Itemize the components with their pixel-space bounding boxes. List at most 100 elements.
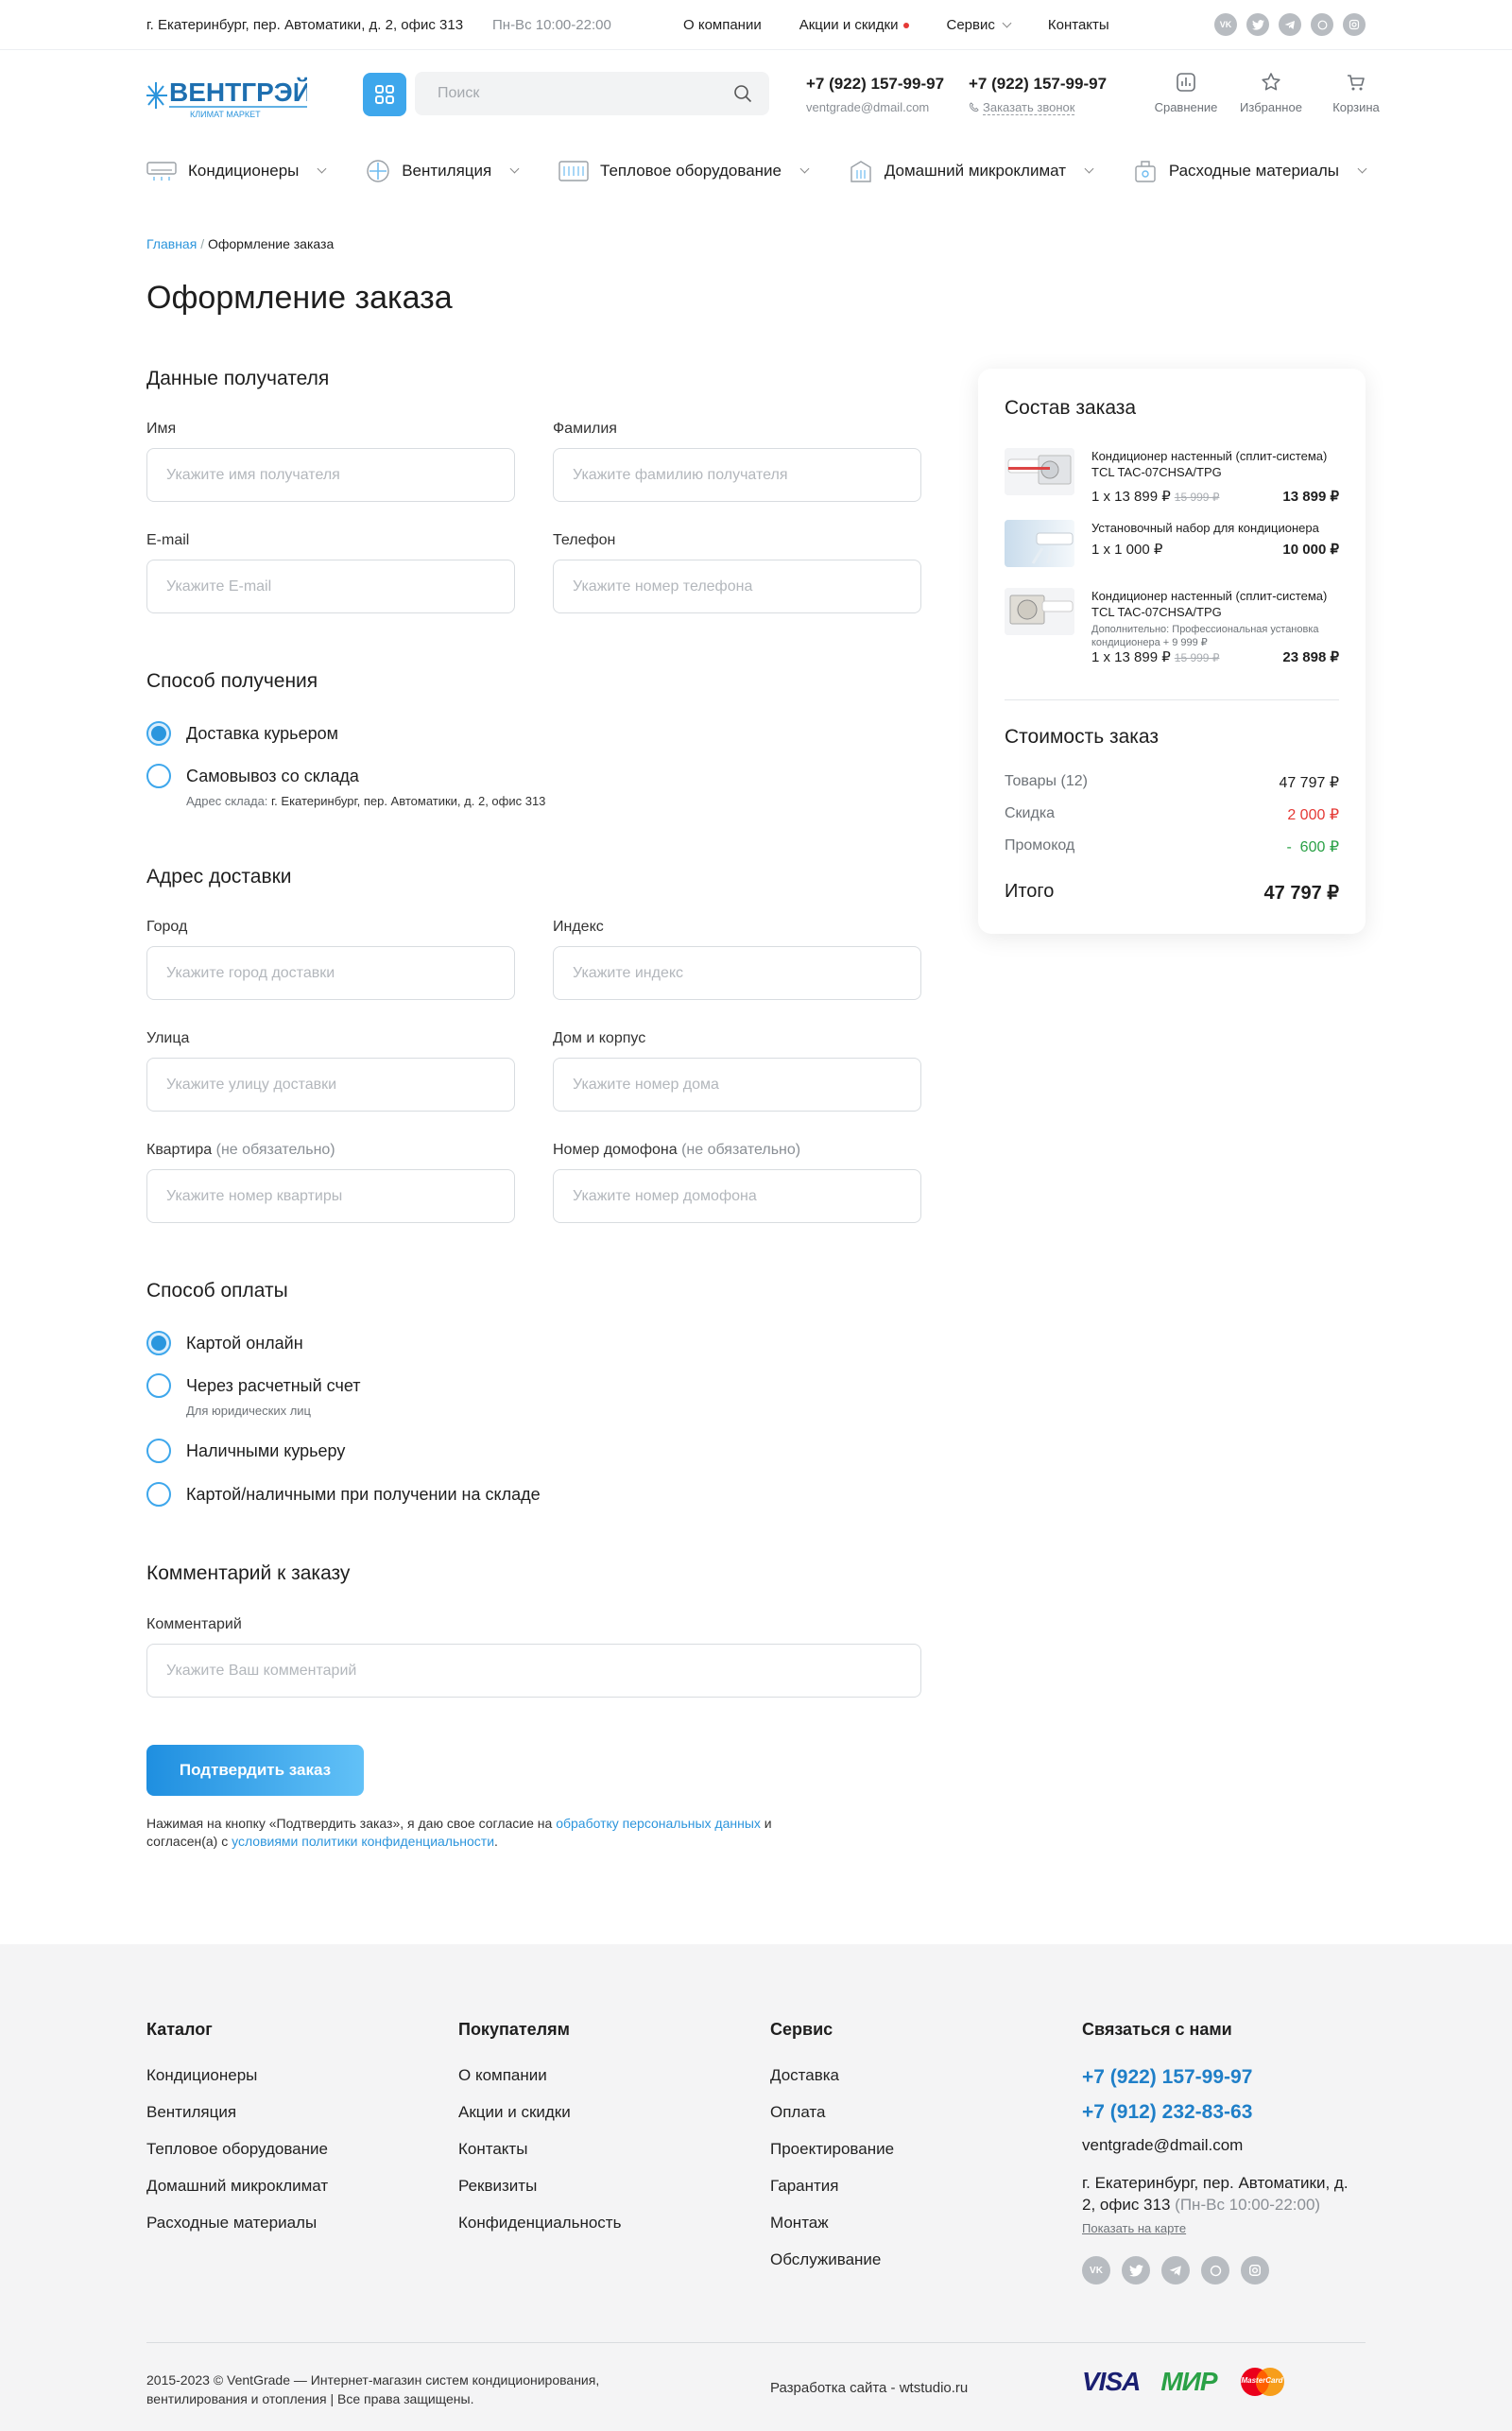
callback-link[interactable]: Заказать звонок <box>969 100 1075 115</box>
category-ventilation[interactable]: Вентиляция <box>366 159 520 183</box>
category-heating[interactable]: Тепловое оборудование <box>558 159 810 183</box>
radio-checked[interactable] <box>146 1331 171 1355</box>
personal-data-link[interactable]: обработку персональных данных <box>556 1816 761 1831</box>
show-on-map-link[interactable]: Показать на карте <box>1082 2221 1366 2235</box>
order-item: Кондиционер настенный (сплит-система) TC… <box>1005 448 1339 505</box>
order-item-name[interactable]: Кондиционер настенный (сплит-система) TC… <box>1091 448 1339 480</box>
order-item-name[interactable]: Установочный набор для кондиционера <box>1091 520 1339 536</box>
radio-unchecked[interactable] <box>146 1482 171 1507</box>
developer-link[interactable]: Разработка сайта - wtstudio.ru <box>770 2380 968 2396</box>
product-image[interactable] <box>1005 588 1074 635</box>
privacy-policy-link[interactable]: условиями политики конфиденциальности <box>232 1834 494 1849</box>
footer-link[interactable]: Доставка <box>770 2066 894 2085</box>
discount-row: Скидка 2 000 ₽ <box>1005 805 1339 824</box>
footer-phone-2[interactable]: +7 (912) 232-83-63 <box>1082 2101 1366 2124</box>
product-image[interactable] <box>1005 448 1074 495</box>
product-image[interactable] <box>1005 520 1074 567</box>
telegram-icon[interactable] <box>1161 2256 1190 2284</box>
footer-link[interactable]: Тепловое оборудование <box>146 2140 328 2159</box>
name-input[interactable] <box>146 448 515 502</box>
top-nav-promotions-label: Акции и скидки <box>799 17 899 33</box>
radio-unchecked[interactable] <box>146 764 171 788</box>
radio-unchecked[interactable] <box>146 1373 171 1398</box>
footer-phone-1[interactable]: +7 (922) 157-99-97 <box>1082 2066 1366 2089</box>
search-input[interactable] <box>415 72 769 115</box>
footer-link[interactable]: Проектирование <box>770 2140 894 2159</box>
radio-pay-on-pickup[interactable]: Картой/наличными при получении на складе <box>146 1482 541 1507</box>
footer-link[interactable]: Монтаж <box>770 2214 894 2233</box>
pickup-hint-label: Адрес склада: <box>186 794 268 808</box>
footer-address: г. Екатеринбург, пер. Автоматики, д. 2, … <box>1082 2172 1366 2215</box>
radio-checked[interactable] <box>146 721 171 746</box>
instagram-icon[interactable] <box>1343 13 1366 36</box>
surname-input[interactable] <box>553 448 921 502</box>
compare-button[interactable]: Сравнение <box>1143 72 1228 114</box>
goods-value: 47 797 ₽ <box>1279 775 1339 791</box>
footer-email[interactable]: ventgrade@dmail.com <box>1082 2136 1366 2155</box>
footer-link[interactable]: Контакты <box>458 2140 621 2159</box>
top-nav-promotions[interactable]: Акции и скидки <box>799 17 909 33</box>
vk-icon[interactable]: VK <box>1214 13 1237 36</box>
copyright: 2015-2023 © VentGrade — Интернет-магазин… <box>146 2371 599 2408</box>
footer-link[interactable]: Гарантия <box>770 2177 894 2196</box>
confirm-order-button[interactable]: Подтвердить заказ <box>146 1745 364 1796</box>
category-air-conditioners[interactable]: Кондиционеры <box>146 159 327 183</box>
radio-invoice-label: Через расчетный счет <box>186 1375 361 1395</box>
header-email[interactable]: ventgrade@dmail.com <box>806 100 929 114</box>
category-supplies[interactable]: Расходные материалы <box>1133 159 1367 183</box>
footer-link[interactable]: Обслуживание <box>770 2250 894 2269</box>
footer-link[interactable]: О компании <box>458 2066 621 2085</box>
email-input[interactable] <box>146 560 515 613</box>
house-input[interactable] <box>553 1058 921 1112</box>
footer-link[interactable]: Кондиционеры <box>146 2066 328 2085</box>
telegram-icon[interactable] <box>1279 13 1301 36</box>
whatsapp-icon[interactable] <box>1201 2256 1229 2284</box>
header-phone-2[interactable]: +7 (922) 157-99-97 <box>969 75 1107 94</box>
top-nav-contacts[interactable]: Контакты <box>1048 17 1109 33</box>
promo-label: Промокод <box>1005 837 1075 853</box>
twitter-icon[interactable] <box>1122 2256 1150 2284</box>
site-logo[interactable]: ВЕНТГРЭЙД КЛИМАТ МАРКЕТ <box>145 69 331 122</box>
city-input[interactable] <box>146 946 515 1000</box>
footer-link[interactable]: Конфиденциальность <box>458 2214 621 2233</box>
street-input[interactable] <box>146 1058 515 1112</box>
supplies-icon <box>1135 161 1156 182</box>
search-icon[interactable] <box>733 84 752 103</box>
top-nav-service[interactable]: Сервис <box>947 17 1012 33</box>
whatsapp-icon[interactable] <box>1311 13 1333 36</box>
cart-button[interactable]: Корзина <box>1314 72 1399 114</box>
flat-input[interactable] <box>146 1169 515 1223</box>
favorites-button[interactable]: Избранное <box>1228 72 1314 114</box>
ventilation-icon <box>367 160 389 182</box>
comment-input[interactable] <box>146 1644 921 1698</box>
catalog-menu-button[interactable] <box>363 73 406 116</box>
order-item-name[interactable]: Кондиционер настенный (сплит-система) TC… <box>1091 588 1339 620</box>
top-nav-about[interactable]: О компании <box>683 17 762 33</box>
radio-cash-courier[interactable]: Наличными курьеру <box>146 1439 345 1463</box>
recipient-section-title: Данные получателя <box>146 368 330 389</box>
instagram-icon[interactable] <box>1241 2256 1269 2284</box>
footer-link[interactable]: Расходные материалы <box>146 2214 328 2233</box>
radio-courier[interactable]: Доставка курьером <box>146 721 338 746</box>
radio-unchecked[interactable] <box>146 1439 171 1463</box>
footer-link[interactable]: Вентиляция <box>146 2103 328 2122</box>
footer-link[interactable]: Акции и скидки <box>458 2103 621 2122</box>
phone-input[interactable] <box>553 560 921 613</box>
footer-link[interactable]: Домашний микроклимат <box>146 2177 328 2196</box>
summary-divider <box>1005 699 1339 700</box>
page-title: Оформление заказа <box>146 280 453 316</box>
twitter-icon[interactable] <box>1246 13 1269 36</box>
radio-invoice[interactable]: Через расчетный счет <box>146 1373 361 1398</box>
category-home-climate[interactable]: Домашний микроклимат <box>849 159 1094 183</box>
order-item-qty: 1 x 13 899 ₽15 999 ₽ <box>1091 648 1219 665</box>
breadcrumb-home[interactable]: Главная <box>146 236 197 251</box>
footer-link[interactable]: Оплата <box>770 2103 894 2122</box>
radio-pickup[interactable]: Самовывоз со склада <box>146 764 359 788</box>
vk-icon[interactable]: VK <box>1082 2256 1110 2284</box>
intercom-input[interactable] <box>553 1169 921 1223</box>
index-input[interactable] <box>553 946 921 1000</box>
footer-link[interactable]: Реквизиты <box>458 2177 621 2196</box>
header-phone-1[interactable]: +7 (922) 157-99-97 <box>806 75 944 94</box>
discount-label: Скидка <box>1005 805 1056 821</box>
radio-card-online[interactable]: Картой онлайн <box>146 1331 303 1355</box>
